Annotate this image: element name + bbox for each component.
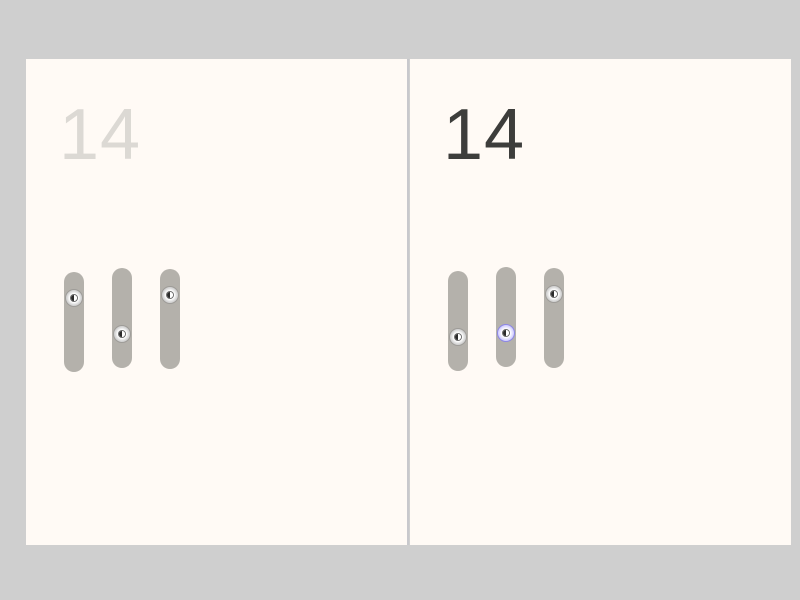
left-slider-2-thumb[interactable] bbox=[113, 325, 131, 343]
right-slider-2-thumb[interactable] bbox=[497, 324, 515, 342]
canvas: 14 14 bbox=[0, 0, 800, 600]
left-slider-1-track[interactable] bbox=[64, 272, 84, 372]
right-slider-3-track[interactable] bbox=[544, 268, 564, 368]
left-slider-2-track[interactable] bbox=[112, 268, 132, 368]
left-panel: 14 bbox=[26, 59, 408, 545]
right-panel: 14 bbox=[410, 59, 791, 545]
right-slider-3-thumb[interactable] bbox=[545, 285, 563, 303]
left-value-display: 14 bbox=[59, 95, 142, 175]
left-slider-1-thumb[interactable] bbox=[65, 289, 83, 307]
panel-divider bbox=[407, 59, 409, 545]
right-value-display: 14 bbox=[443, 95, 526, 175]
right-slider-1-thumb[interactable] bbox=[449, 328, 467, 346]
right-slider-1-track[interactable] bbox=[448, 271, 468, 371]
left-slider-3-thumb[interactable] bbox=[161, 286, 179, 304]
right-slider-2-track[interactable] bbox=[496, 267, 516, 367]
left-slider-3-track[interactable] bbox=[160, 269, 180, 369]
